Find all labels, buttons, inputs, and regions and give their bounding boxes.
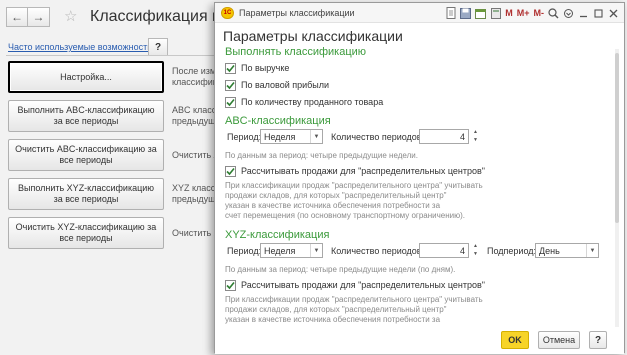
xyz-count-input[interactable]: 4 <box>419 243 469 258</box>
abc-count-label: Количество периодов: <box>331 132 425 142</box>
divider <box>6 55 218 56</box>
clear-xyz-description: Очистить X <box>172 228 220 238</box>
hint-line: При классификации продаж "распределитель… <box>225 181 483 190</box>
abc-count-input[interactable]: 4 <box>419 129 469 144</box>
xyz-subperiod-label: Подпериод: <box>487 246 536 256</box>
favorite-star-icon[interactable]: ☆ <box>64 7 77 25</box>
by-revenue-label: По выручке <box>241 63 290 73</box>
description-line: XYZ класс <box>172 183 216 193</box>
xyz-dc-label: Рассчитывать продажи для "распределитель… <box>241 280 485 290</box>
save-icon[interactable] <box>459 6 472 20</box>
hint-line: При классификации продаж "распределитель… <box>225 295 483 304</box>
back-button[interactable]: ← <box>6 7 28 27</box>
run-abc-button[interactable]: Выполнить ABC-классификацию за все перио… <box>8 100 164 132</box>
zoom-icon[interactable] <box>547 6 560 20</box>
scrollbar-thumb[interactable] <box>615 53 619 223</box>
help-button[interactable]: ? <box>589 331 607 349</box>
abc-period-value: Неделя <box>264 131 296 142</box>
by-gross-profit-checkbox-row[interactable]: По валовой прибыли <box>225 79 329 91</box>
settings-button[interactable]: Настройка... <box>8 61 164 93</box>
by-revenue-checkbox[interactable] <box>225 62 236 74</box>
clear-abc-button[interactable]: Очистить ABC-классификацию за все период… <box>8 139 164 171</box>
cancel-button[interactable]: Отмена <box>538 331 580 349</box>
settings-description: После изме классификаци <box>172 66 220 88</box>
dialog-window-title: Параметры классификации <box>239 8 355 18</box>
run-xyz-button[interactable]: Выполнить XYZ-классификацию за все перио… <box>8 178 164 210</box>
forward-arrow-icon: → <box>32 10 45 24</box>
xyz-period-label: Период: <box>227 246 262 256</box>
forward-button[interactable]: → <box>28 7 50 27</box>
stepper-up-icon[interactable]: ▲ <box>473 243 478 250</box>
abc-section-title: ABC-классификация <box>225 115 331 127</box>
abc-count-stepper[interactable]: ▲ ▼ <box>472 129 479 144</box>
dialog-footer: OK Отмена ? <box>215 327 624 354</box>
chevron-down-icon[interactable]: ▼ <box>310 130 322 143</box>
by-quantity-checkbox-row[interactable]: По количеству проданного товара <box>225 96 383 108</box>
by-gross-profit-label: По валовой прибыли <box>241 80 330 90</box>
classification-params-dialog: 1С Параметры классификации M M+ M- Парам… <box>214 2 625 354</box>
hint-line: счет перемещения (по основному транспорт… <box>225 211 465 220</box>
hint-line: продажи складов, для которых "распредели… <box>225 191 447 200</box>
app-logo-icon: 1С <box>221 7 234 19</box>
xyz-subperiod-select[interactable]: День ▼ <box>535 243 599 258</box>
xyz-section-title: XYZ-классификация <box>225 229 330 241</box>
chevron-down-icon[interactable]: ▼ <box>586 244 598 257</box>
stepper-up-icon[interactable]: ▲ <box>473 129 478 136</box>
stepper-down-icon[interactable]: ▼ <box>473 137 478 144</box>
hint-line: продажи складов, для которых "распредели… <box>225 305 447 314</box>
stepper-down-icon[interactable]: ▼ <box>473 251 478 258</box>
dialog-heading: Параметры классификации <box>223 28 403 44</box>
by-quantity-label: По количеству проданного товара <box>241 97 384 107</box>
xyz-count-label: Количество периодов: <box>331 246 425 256</box>
by-gross-profit-checkbox[interactable] <box>225 79 236 91</box>
by-quantity-checkbox[interactable] <box>225 96 236 108</box>
xyz-period-select[interactable]: Неделя ▼ <box>260 243 323 258</box>
description-line: ABC класс <box>172 105 217 115</box>
dialog-titlebar: 1С Параметры классификации M M+ M- <box>215 3 624 23</box>
clear-abc-description: Очистить A <box>172 150 220 160</box>
abc-period-select[interactable]: Неделя ▼ <box>260 129 323 144</box>
document-icon[interactable] <box>444 6 457 20</box>
classify-section-title: Выполнять классификацию <box>225 46 367 58</box>
xyz-dc-hint: При классификации продаж "распределитель… <box>225 295 483 325</box>
minimize-icon[interactable] <box>577 6 590 20</box>
xyz-period-hint: По данным за период: четыре предыдущие н… <box>225 265 456 274</box>
by-revenue-checkbox-row[interactable]: По выручке <box>225 62 289 74</box>
abc-dc-hint: При классификации продаж "распределитель… <box>225 181 483 221</box>
run-abc-description: ABC класс предыдущ <box>172 105 220 127</box>
maximize-icon[interactable] <box>592 6 605 20</box>
ok-button[interactable]: OK <box>501 331 529 349</box>
xyz-dc-checkbox[interactable] <box>225 279 236 291</box>
close-icon[interactable] <box>607 6 620 20</box>
description-line: предыдущ <box>172 194 216 204</box>
hint-line: указан в качестве источника обеспечения … <box>225 315 441 324</box>
hint-line: указан в качестве источника обеспечения … <box>225 201 441 210</box>
run-xyz-description: XYZ класс предыдущ <box>172 183 220 205</box>
xyz-dc-checkbox-row[interactable]: Рассчитывать продажи для "распределитель… <box>225 279 485 291</box>
titlebar-toolbar: M M+ M- <box>442 5 620 21</box>
abc-period-label: Период: <box>227 132 262 142</box>
description-line: После изме <box>172 66 220 76</box>
nav-buttons: ← → <box>6 7 50 27</box>
abc-period-hint: По данным за период: четыре предыдущие н… <box>225 151 418 160</box>
abc-dc-checkbox[interactable] <box>225 165 236 177</box>
description-line: классификаци <box>172 77 220 87</box>
more-icon[interactable] <box>562 6 575 20</box>
calculator-icon[interactable] <box>489 6 502 20</box>
xyz-period-value: Неделя <box>264 245 296 256</box>
chevron-down-icon[interactable]: ▼ <box>310 244 322 257</box>
abc-dc-checkbox-row[interactable]: Рассчитывать продажи для "распределитель… <box>225 165 485 177</box>
memory-button[interactable]: M <box>504 6 514 20</box>
xyz-subperiod-value: День <box>539 245 560 256</box>
xyz-count-stepper[interactable]: ▲ ▼ <box>472 243 479 258</box>
back-arrow-icon: ← <box>11 10 23 24</box>
memory-plus-button[interactable]: M+ <box>516 6 531 20</box>
background-help-button[interactable]: ? <box>148 38 168 56</box>
clear-xyz-button[interactable]: Очистить XYZ-классификацию за все период… <box>8 217 164 249</box>
frequent-features-link[interactable]: Часто используемые возможности <box>8 42 152 52</box>
description-line: предыдущ <box>172 116 216 126</box>
abc-dc-label: Рассчитывать продажи для "распределитель… <box>241 166 485 176</box>
memory-minus-button[interactable]: M- <box>533 6 546 20</box>
calendar-icon[interactable] <box>474 6 487 20</box>
